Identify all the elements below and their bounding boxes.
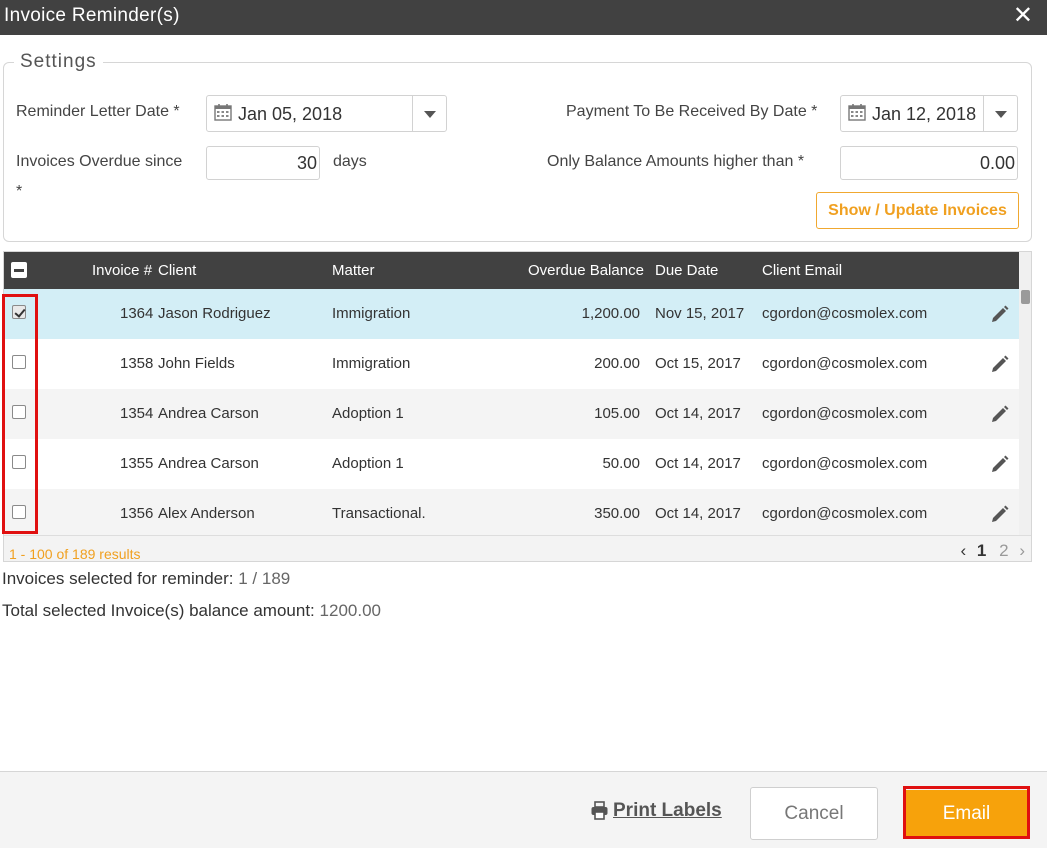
- cell-client: Alex Anderson: [158, 505, 255, 522]
- show-update-invoices-button[interactable]: Show / Update Invoices: [816, 192, 1019, 229]
- cell-balance: 50.00: [602, 455, 640, 472]
- cell-invoice: 1355: [120, 455, 154, 472]
- overdue-since-label: Invoices Overdue since: [16, 153, 183, 170]
- cell-client: Andrea Carson: [158, 405, 259, 422]
- cell-due-date: Nov 15, 2017: [655, 305, 745, 322]
- cell-invoice: 1358: [120, 355, 154, 372]
- cell-client: John Fields: [158, 355, 235, 372]
- close-icon[interactable]: ✕: [1013, 3, 1033, 29]
- total-label: Total selected Invoice(s) balance amount…: [2, 601, 315, 620]
- cell-due-date: Oct 14, 2017: [655, 455, 741, 472]
- print-labels-text: Print Labels: [613, 800, 722, 821]
- grid-scrollbar[interactable]: [1019, 252, 1031, 535]
- edit-pencil-icon[interactable]: [989, 453, 1011, 475]
- cell-invoice: 1364: [120, 305, 154, 322]
- cell-matter: Adoption 1: [332, 455, 404, 472]
- cell-due-date: Oct 15, 2017: [655, 355, 741, 372]
- results-count: 1 - 100 of 189 results: [9, 546, 141, 562]
- calendar-icon: [848, 104, 866, 121]
- cell-balance: 1,200.00: [581, 305, 640, 322]
- cell-matter: Immigration: [332, 305, 411, 322]
- invoice-grid: Invoice # Client Matter Overdue Balance …: [3, 251, 1032, 562]
- select-all-checkbox[interactable]: [11, 262, 27, 278]
- dialog-footer: Print Labels Cancel Email: [0, 771, 1047, 848]
- cell-balance: 105.00: [594, 405, 640, 422]
- grid-footer: 1 - 100 of 189 results ‹ 1 2 ›: [4, 535, 1031, 562]
- cell-due-date: Oct 14, 2017: [655, 405, 741, 422]
- row-checkbox[interactable]: [12, 505, 26, 519]
- dialog-title: Invoice Reminder(s): [4, 5, 180, 26]
- edit-pencil-icon[interactable]: [989, 403, 1011, 425]
- table-row[interactable]: 1364 Jason Rodriguez Immigration 1,200.00 No…: [4, 289, 1019, 339]
- cancel-button[interactable]: Cancel: [750, 787, 878, 840]
- table-row[interactable]: 1354 Andrea Carson Adoption 1 105.00 Oct 14,…: [4, 389, 1019, 439]
- selected-summary: Invoices selected for reminder: 1 / 189: [2, 569, 290, 589]
- table-row[interactable]: 1358 John Fields Immigration 200.00 Oct 15, …: [4, 339, 1019, 389]
- reminder-date-picker[interactable]: Jan 05, 2018: [206, 95, 447, 132]
- table-row[interactable]: 1355 Andrea Carson Adoption 1 50.00 Oct 14, …: [4, 439, 1019, 489]
- col-overdue-balance[interactable]: Overdue Balance: [528, 262, 644, 279]
- settings-legend: Settings: [14, 51, 103, 73]
- cell-email: cgordon@cosmolex.com: [762, 455, 928, 472]
- cell-email: cgordon@cosmolex.com: [762, 505, 928, 522]
- cell-client: Jason Rodriguez: [158, 305, 271, 322]
- reminder-date-value: Jan 05, 2018: [238, 104, 343, 124]
- total-summary: Total selected Invoice(s) balance amount…: [2, 601, 381, 621]
- cell-invoice: 1354: [120, 405, 154, 422]
- row-checkbox[interactable]: [12, 455, 26, 469]
- cell-due-date: Oct 14, 2017: [655, 505, 741, 522]
- page-1[interactable]: 1: [977, 541, 986, 560]
- total-value: 1200.00: [319, 601, 381, 620]
- chevron-down-icon[interactable]: [412, 96, 446, 131]
- col-client-email[interactable]: Client Email: [762, 262, 842, 279]
- cell-matter: Adoption 1: [332, 405, 404, 422]
- cell-email: cgordon@cosmolex.com: [762, 355, 928, 372]
- cell-email: cgordon@cosmolex.com: [762, 405, 928, 422]
- prev-page-icon[interactable]: ‹: [961, 541, 967, 560]
- row-checkbox[interactable]: [12, 355, 26, 369]
- overdue-unit-label: days: [333, 153, 367, 170]
- cell-client: Andrea Carson: [158, 455, 259, 472]
- balance-threshold-label: Only Balance Amounts higher than *: [547, 153, 805, 170]
- next-page-icon[interactable]: ›: [1019, 541, 1025, 560]
- selected-value: 1 / 189: [238, 569, 291, 588]
- printer-icon: [591, 801, 608, 820]
- dialog-titlebar: Invoice Reminder(s) ✕: [0, 0, 1047, 35]
- col-matter[interactable]: Matter: [332, 262, 375, 279]
- cell-invoice: 1356: [120, 505, 154, 522]
- edit-pencil-icon[interactable]: [989, 303, 1011, 325]
- balance-threshold-input[interactable]: 0.00: [840, 146, 1018, 180]
- cell-matter: Immigration: [332, 355, 411, 372]
- row-checkbox[interactable]: [12, 305, 26, 319]
- settings-panel: Settings Reminder Letter Date * Jan 05, …: [3, 51, 1032, 242]
- reminder-date-label: Reminder Letter Date *: [16, 103, 180, 120]
- row-checkbox[interactable]: [12, 405, 26, 419]
- edit-pencil-icon[interactable]: [989, 503, 1011, 525]
- payment-date-label: Payment To Be Received By Date *: [566, 103, 818, 120]
- cell-balance: 200.00: [594, 355, 640, 372]
- print-labels-link[interactable]: Print Labels: [590, 800, 722, 822]
- chevron-down-icon[interactable]: [983, 96, 1017, 131]
- selected-label: Invoices selected for reminder:: [2, 569, 234, 588]
- overdue-required-mark: *: [16, 183, 23, 200]
- grid-header: Invoice # Client Matter Overdue Balance …: [4, 252, 1019, 289]
- table-row[interactable]: 1356 Alex Anderson Transactional. 350.00 Oct…: [4, 489, 1019, 539]
- payment-date-picker[interactable]: Jan 12, 2018: [840, 95, 1018, 132]
- page-2[interactable]: 2: [999, 541, 1008, 560]
- cell-email: cgordon@cosmolex.com: [762, 305, 928, 322]
- pager: ‹ 1 2 ›: [961, 541, 1025, 561]
- cell-matter: Transactional.: [332, 505, 426, 522]
- email-button[interactable]: Email: [906, 790, 1027, 837]
- overdue-days-input[interactable]: 30: [206, 146, 320, 180]
- calendar-icon: [214, 104, 232, 121]
- edit-pencil-icon[interactable]: [989, 353, 1011, 375]
- payment-date-value: Jan 12, 2018: [872, 104, 977, 124]
- col-due-date[interactable]: Due Date: [655, 262, 718, 279]
- col-client[interactable]: Client: [158, 262, 196, 279]
- scrollbar-thumb[interactable]: [1021, 290, 1030, 304]
- col-invoice[interactable]: Invoice #: [92, 262, 152, 279]
- cell-balance: 350.00: [594, 505, 640, 522]
